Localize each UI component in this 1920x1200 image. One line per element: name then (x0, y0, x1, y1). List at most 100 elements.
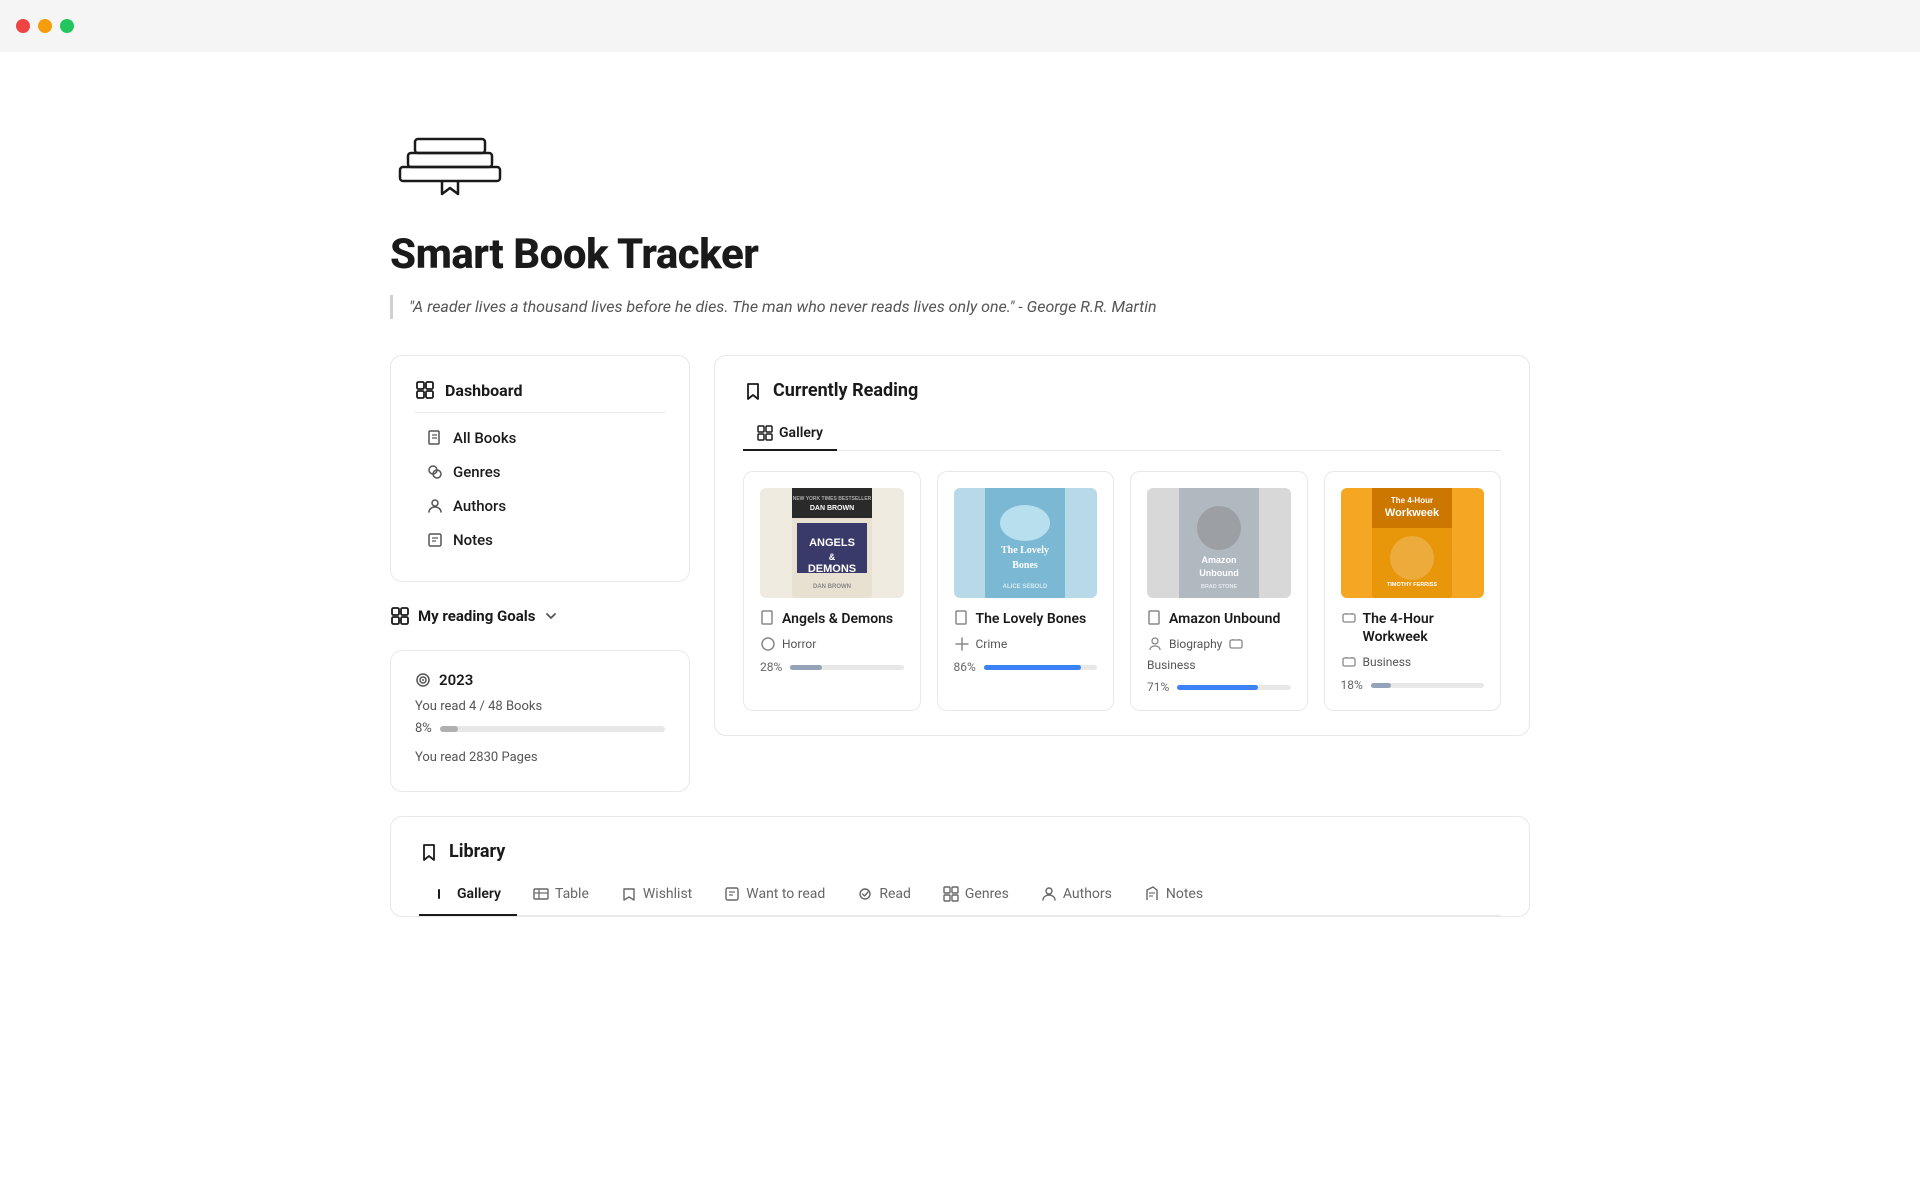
svg-text:ALICE SEBOLD: ALICE SEBOLD (1003, 584, 1048, 590)
genres-label: Genres (453, 463, 501, 481)
authors-label: Authors (453, 497, 506, 515)
progress-bar-1 (790, 665, 903, 670)
progress-bar-3 (1177, 685, 1290, 690)
reading-tabs-row: Gallery (743, 417, 1501, 451)
library-label: Library (449, 841, 505, 862)
chevron-down-icon (543, 608, 559, 624)
book-cover-2: The Lovely Bones ALICE SEBOLD (954, 488, 1098, 598)
progress-percent: 8% (415, 721, 432, 736)
page-title: Smart Book Tracker (390, 230, 1530, 279)
goals-icon (390, 606, 410, 626)
svg-text:Workweek: Workweek (1385, 507, 1440, 519)
svg-text:NEW YORK TIMES BESTSELLER: NEW YORK TIMES BESTSELLER (792, 496, 871, 502)
progress-fill-2 (984, 665, 1081, 670)
svg-text:Bones: Bones (1012, 560, 1038, 571)
book-cover-3: Amazon Unbound BRAD STONE (1147, 488, 1291, 598)
lib-want-read-label: Want to read (746, 886, 825, 902)
progress-pct-1: 28% (760, 660, 782, 674)
sidebar-item-all-books[interactable]: All Books (415, 421, 665, 455)
year-label: 2023 (415, 671, 665, 689)
book-title-4: The 4-Hour Workweek (1341, 610, 1485, 646)
pages-stat: You read 2830 Pages (415, 750, 665, 765)
sidebar-dashboard-header: Dashboard (415, 376, 665, 413)
lib-tab-table[interactable]: Table (517, 878, 605, 916)
lib-table-label: Table (555, 886, 589, 902)
book-icon-2 (954, 610, 970, 626)
book-genre-row-2: Crime (954, 636, 1098, 652)
lib-gallery-icon (435, 886, 451, 902)
main-content: Smart Book Tracker "A reader lives a tho… (310, 52, 1610, 997)
goals-card: 2023 You read 4 / 48 Books 8% You read 2… (390, 650, 690, 792)
lib-read-label: Read (879, 886, 911, 902)
genre-icon-1 (760, 636, 776, 652)
genre-badge-2: Crime (976, 637, 1008, 651)
notes-label: Notes (453, 531, 493, 549)
all-books-label: All Books (453, 429, 516, 447)
gallery-tab[interactable]: Gallery (743, 417, 837, 451)
genre-icon-4 (1341, 654, 1357, 670)
progress-fill-4 (1371, 683, 1391, 688)
currently-reading-section: Currently Reading Gallery (714, 355, 1530, 736)
library-tabs: Gallery Table Wishlist (419, 878, 1501, 916)
titlebar (0, 0, 1920, 52)
sidebar-item-notes[interactable]: Notes (415, 523, 665, 557)
library-section: Library Gallery Table (390, 816, 1530, 917)
svg-text:TIMOTHY FERRISS: TIMOTHY FERRISS (1387, 582, 1437, 588)
progress-pct-2: 86% (954, 660, 976, 674)
books-grid: NEW YORK TIMES BESTSELLER DAN BROWN ANGE… (743, 471, 1501, 711)
genre-badge-3a: Biography (1169, 637, 1222, 651)
bookmark-icon (743, 381, 763, 401)
books-progress-bar (440, 726, 665, 732)
goals-label: My reading Goals (418, 607, 535, 625)
dashboard-icon (415, 380, 435, 400)
book-cover-img-3: Amazon Unbound BRAD STONE (1179, 488, 1259, 598)
lib-notes-label: Notes (1166, 886, 1203, 902)
progress-fill-3 (1177, 685, 1257, 690)
lib-authors-label: Authors (1063, 886, 1112, 902)
sidebar-item-genres[interactable]: Genres (415, 455, 665, 489)
reading-goals-header[interactable]: My reading Goals (390, 602, 690, 630)
gallery-tab-icon (757, 425, 773, 441)
progress-bar-4 (1371, 683, 1484, 688)
book-card-4: The 4-Hour Workweek TIMOTHY FERRISS The … (1324, 471, 1502, 711)
books-logo-icon (390, 112, 510, 202)
quote-block: "A reader lives a thousand lives before … (390, 295, 1530, 319)
dashboard-label: Dashboard (445, 381, 522, 400)
target-icon (415, 672, 431, 688)
book-icon (427, 430, 443, 446)
book-title-2: The Lovely Bones (954, 610, 1098, 628)
lib-authors-icon (1041, 886, 1057, 902)
book-progress-row-2: 86% (954, 660, 1098, 674)
book-icon-4 (1341, 610, 1357, 626)
lib-genres-icon (943, 886, 959, 902)
lib-tab-wishlist[interactable]: Wishlist (605, 878, 708, 916)
book-genre-row-1: Horror (760, 636, 904, 652)
lib-tab-gallery[interactable]: Gallery (419, 878, 517, 916)
sidebar-item-authors[interactable]: Authors (415, 489, 665, 523)
lib-tab-notes[interactable]: Notes (1128, 878, 1219, 916)
genre-badge-4: Business (1363, 655, 1412, 669)
notes-icon (427, 532, 443, 548)
progress-pct-3: 71% (1147, 680, 1169, 694)
progress-pct-4: 18% (1341, 678, 1363, 692)
lib-tab-read[interactable]: Read (841, 878, 927, 916)
authors-icon (427, 498, 443, 514)
lib-table-icon (533, 886, 549, 902)
lib-tab-want-to-read[interactable]: Want to read (708, 878, 841, 916)
book-genre-row-4: Business (1341, 654, 1485, 670)
minimize-button[interactable] (38, 19, 52, 33)
book-progress-row-4: 18% (1341, 678, 1485, 692)
books-progress-fill (440, 726, 458, 732)
maximize-button[interactable] (60, 19, 74, 33)
lib-wishlist-icon (621, 886, 637, 902)
quote-text: "A reader lives a thousand lives before … (409, 297, 1157, 316)
progress-fill-1 (790, 665, 822, 670)
book-title-1: Angels & Demons (760, 610, 904, 628)
book-progress-row-1: 28% (760, 660, 904, 674)
close-button[interactable] (16, 19, 30, 33)
lib-tab-genres[interactable]: Genres (927, 878, 1025, 916)
svg-text:ANGELS: ANGELS (809, 537, 855, 549)
currently-reading-label: Currently Reading (773, 380, 918, 401)
lib-genres-label: Genres (965, 886, 1009, 902)
lib-tab-authors[interactable]: Authors (1025, 878, 1128, 916)
